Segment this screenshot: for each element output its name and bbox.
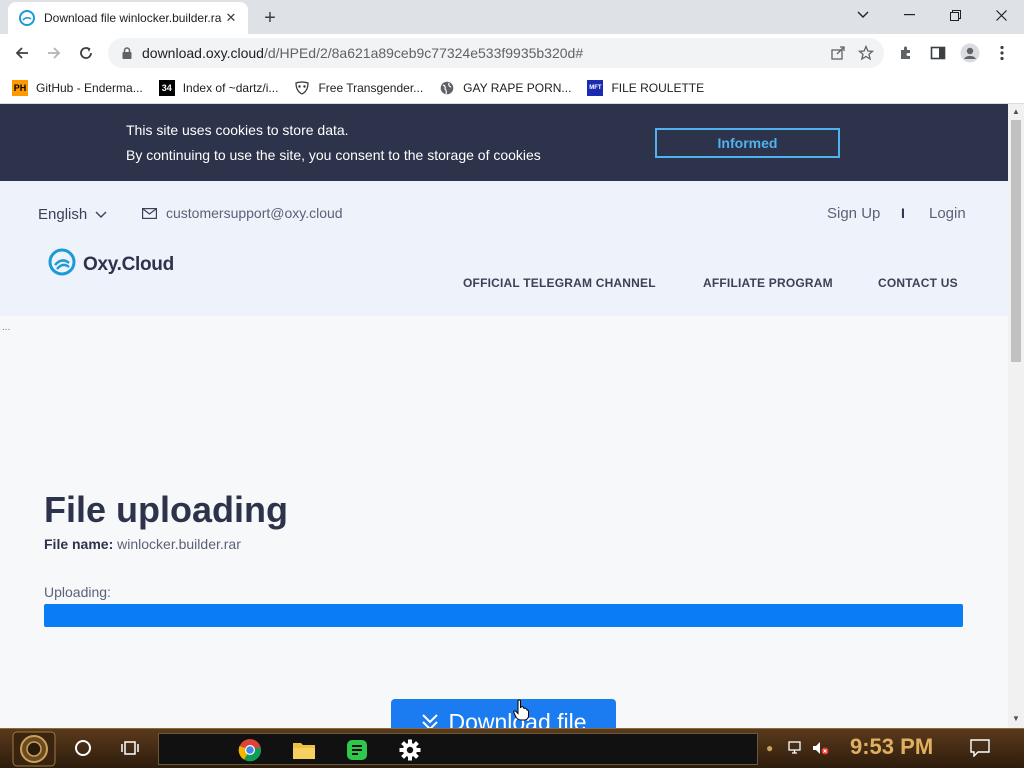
nav-contact-us[interactable]: CONTACT US bbox=[878, 276, 958, 290]
index-favicon-icon: 34 bbox=[158, 79, 175, 96]
bookmark-label: Free Transgender... bbox=[318, 80, 424, 95]
tab-search-chevron-icon[interactable] bbox=[840, 0, 886, 30]
url-path: /d/HPEd/2/8a621a89ceb9c77324e533f9935b32… bbox=[263, 45, 584, 61]
minimize-icon[interactable] bbox=[886, 0, 932, 30]
tray-overflow-icon[interactable]: ● bbox=[766, 741, 773, 755]
url-host: download.oxy.cloud bbox=[142, 45, 264, 61]
download-file-button[interactable]: Download file bbox=[391, 699, 616, 728]
bookmarks-bar: PH GitHub - Enderma... 34 Index of ~dart… bbox=[0, 72, 1024, 104]
bookmark-label: FILE ROULETTE bbox=[611, 80, 705, 95]
cookie-banner: This site uses cookies to store data. By… bbox=[0, 104, 1008, 181]
mft-favicon-icon: MFT bbox=[587, 79, 604, 96]
support-email-link[interactable]: customersupport@oxy.cloud bbox=[142, 205, 343, 221]
os-taskbar: ● 9:53 PM bbox=[0, 728, 1024, 768]
globe-icon bbox=[439, 80, 455, 96]
notes-app-icon[interactable] bbox=[344, 737, 370, 763]
file-name-line: File name: winlocker.builder.rar bbox=[44, 536, 241, 552]
notification-center-icon[interactable] bbox=[970, 739, 990, 762]
bookmark-item[interactable]: Free Transgender... bbox=[294, 80, 423, 96]
tab-close-icon[interactable]: ✕ bbox=[222, 9, 240, 27]
bookmark-label: GAY RAPE PORN... bbox=[463, 80, 572, 95]
task-view-icon[interactable] bbox=[121, 739, 139, 762]
lock-icon[interactable] bbox=[120, 46, 134, 60]
page-scrollbar[interactable]: ▲ ▼ bbox=[1008, 104, 1024, 728]
side-panel-icon[interactable] bbox=[924, 40, 952, 66]
url-text: download.oxy.cloud/d/HPEd/2/8a621a89ceb9… bbox=[142, 45, 824, 61]
file-explorer-folder-icon[interactable] bbox=[291, 737, 317, 763]
profile-avatar-icon[interactable] bbox=[956, 40, 984, 66]
login-link[interactable]: Login bbox=[929, 205, 966, 222]
search-circle-icon[interactable] bbox=[72, 737, 94, 759]
bookmark-item[interactable]: PH GitHub - Enderma... bbox=[12, 79, 143, 96]
upload-progress-bar bbox=[44, 604, 963, 627]
extensions-puzzle-icon[interactable] bbox=[892, 40, 920, 66]
cookie-informed-button[interactable]: Informed bbox=[655, 128, 840, 158]
menu-kebab-icon[interactable] bbox=[988, 40, 1016, 66]
forward-arrow-icon[interactable] bbox=[40, 40, 68, 66]
bookmark-label: Index of ~dartz/i... bbox=[182, 80, 279, 95]
volume-muted-icon[interactable] bbox=[812, 741, 830, 758]
oxycloud-favicon-icon bbox=[18, 9, 36, 27]
oxycloud-logo-icon bbox=[48, 248, 76, 281]
restore-icon[interactable] bbox=[932, 0, 978, 30]
settings-gear-icon[interactable] bbox=[397, 737, 423, 763]
bookmark-item[interactable]: 34 Index of ~dartz/i... bbox=[158, 79, 279, 96]
share-icon[interactable] bbox=[824, 39, 852, 67]
address-bar[interactable]: download.oxy.cloud/d/HPEd/2/8a621a89ceb9… bbox=[108, 38, 884, 68]
cookie-text-line2: By continuing to use the site, you conse… bbox=[126, 147, 541, 163]
hand-cursor-icon bbox=[513, 699, 529, 726]
signup-link[interactable]: Sign Up bbox=[827, 205, 880, 222]
scroll-down-arrow-icon[interactable]: ▼ bbox=[1012, 714, 1020, 723]
new-tab-button[interactable]: + bbox=[258, 6, 282, 30]
chrome-icon[interactable] bbox=[237, 737, 263, 763]
bookmark-star-icon[interactable] bbox=[852, 39, 880, 67]
network-icon[interactable] bbox=[788, 741, 804, 758]
browser-tab-active[interactable]: Download file winlocker.builder.rar ✕ bbox=[8, 2, 248, 34]
taskbar-clock[interactable]: 9:53 PM bbox=[850, 734, 933, 760]
chevron-down-icon bbox=[95, 206, 107, 223]
double-chevron-down-icon bbox=[420, 712, 440, 728]
browser-toolbar: download.oxy.cloud/d/HPEd/2/8a621a89ceb9… bbox=[0, 34, 1024, 72]
mask-icon bbox=[294, 80, 310, 96]
nav-telegram-channel[interactable]: OFFICIAL TELEGRAM CHANNEL bbox=[463, 276, 656, 290]
site-header: English customersupport@oxy.cloud Sign U… bbox=[0, 181, 1008, 316]
page-viewport: This site uses cookies to store data. By… bbox=[0, 104, 1008, 728]
logo-text: Oxy.Cloud bbox=[83, 253, 174, 275]
scroll-thumb[interactable] bbox=[1011, 120, 1021, 362]
nav-affiliate-program[interactable]: AFFILIATE PROGRAM bbox=[703, 276, 833, 290]
oxycloud-logo[interactable]: Oxy.Cloud bbox=[48, 248, 174, 281]
language-selector[interactable]: English bbox=[38, 206, 107, 223]
back-arrow-icon[interactable] bbox=[8, 40, 36, 66]
tab-strip: Download file winlocker.builder.rar ✕ + bbox=[0, 0, 1024, 34]
window-close-icon[interactable] bbox=[978, 0, 1024, 30]
tab-title: Download file winlocker.builder.rar bbox=[44, 11, 222, 25]
bookmark-label: GitHub - Enderma... bbox=[36, 80, 143, 95]
upload-progress-fill bbox=[44, 604, 963, 627]
bookmark-item[interactable]: MFT FILE ROULETTE bbox=[587, 79, 705, 96]
mail-envelope-icon bbox=[142, 207, 157, 219]
file-name-label: File name: bbox=[44, 536, 114, 552]
file-name-value: winlocker.builder.rar bbox=[117, 536, 241, 552]
start-button-gear-icon[interactable] bbox=[10, 731, 58, 767]
pornhub-logo-icon: PH bbox=[12, 79, 28, 96]
cookie-text-line1: This site uses cookies to store data. bbox=[126, 122, 349, 138]
scroll-up-arrow-icon[interactable]: ▲ bbox=[1012, 107, 1020, 116]
bookmark-item[interactable]: GAY RAPE PORN... bbox=[439, 80, 571, 96]
header-separator: I bbox=[901, 205, 905, 221]
reload-icon[interactable] bbox=[72, 40, 100, 66]
support-email: customersupport@oxy.cloud bbox=[166, 205, 343, 221]
ellipsis-text: ... bbox=[2, 322, 11, 333]
language-label: English bbox=[38, 206, 88, 223]
taskbar-apps-area bbox=[158, 733, 758, 765]
uploading-label: Uploading: bbox=[44, 584, 111, 600]
page-title: File uploading bbox=[44, 489, 288, 530]
